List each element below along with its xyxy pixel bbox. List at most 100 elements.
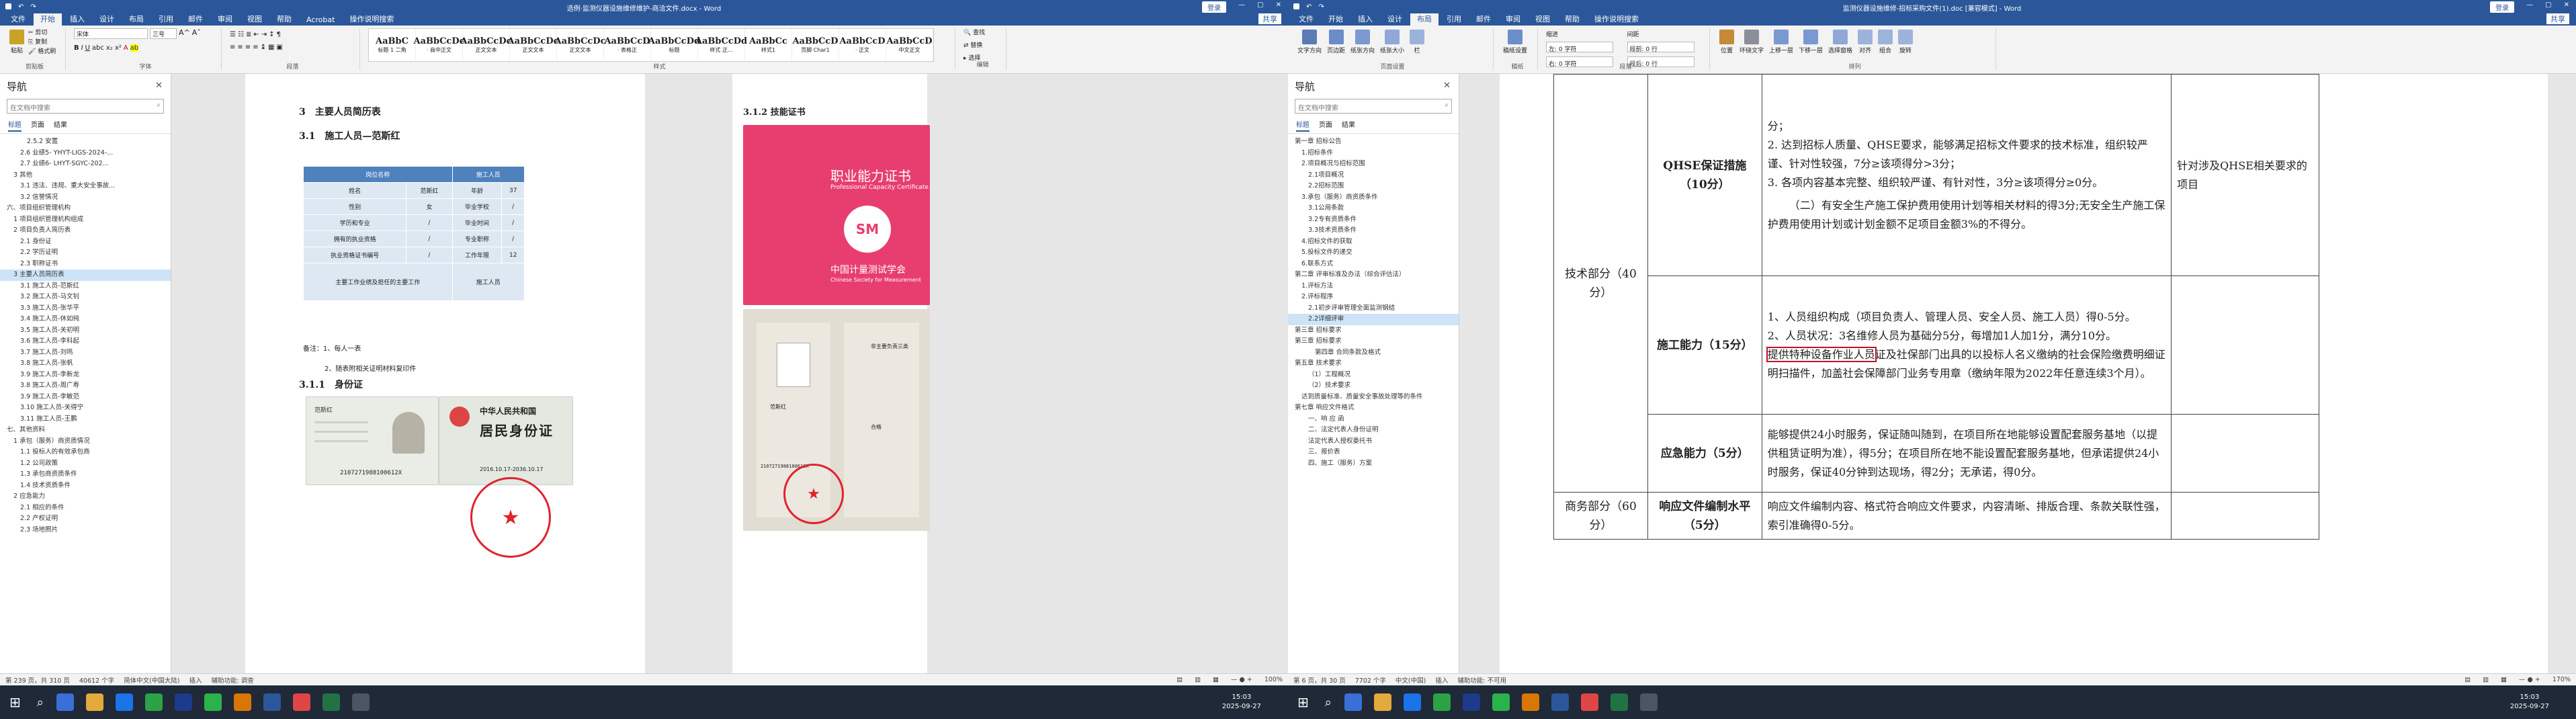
style-item[interactable]: AaBbC 标题 1 二角 <box>369 29 416 61</box>
arrange-button[interactable]: 旋转 <box>1897 28 1914 56</box>
excel-icon[interactable] <box>1610 693 1628 711</box>
nav-tab-results[interactable]: 结果 <box>54 119 67 132</box>
tab-insert[interactable]: 插入 <box>1351 12 1379 26</box>
nav-close-icon[interactable]: ✕ <box>1443 81 1451 91</box>
close-icon[interactable]: ✕ <box>2564 1 2569 13</box>
page-count[interactable]: 第 6 页，共 30 页 <box>1293 675 1346 685</box>
nav-item[interactable]: 2.1 身份证 <box>0 237 171 248</box>
layout-button[interactable]: 文字方向 <box>1296 28 1323 56</box>
app-icon[interactable] <box>204 693 222 711</box>
tell-me-search[interactable]: 操作说明搜索 <box>1588 12 1645 26</box>
web-layout-icon[interactable]: ▦ <box>1213 676 1219 683</box>
task-view-icon[interactable] <box>1344 693 1362 711</box>
minimize-icon[interactable]: — <box>2526 1 2533 13</box>
word-icon[interactable] <box>263 693 281 711</box>
tab-file[interactable]: 文件 <box>4 12 32 26</box>
nav-item[interactable]: 2.项目概况与招标范围 <box>1288 159 1459 170</box>
font-size-select[interactable]: 三号 <box>150 28 177 39</box>
style-item[interactable]: AaBbCcDc · 商中正文 <box>413 29 465 61</box>
close-icon[interactable]: ✕ <box>1276 1 1281 13</box>
app-icon[interactable] <box>1521 693 1539 711</box>
tab-review[interactable]: 审阅 <box>211 12 239 26</box>
nav-item[interactable]: 6.联系方式 <box>1288 259 1459 270</box>
nav-item[interactable]: 2.1初步评审管理全面监测钢结 <box>1288 303 1459 314</box>
style-item[interactable]: AaBbCcDc 正文文本 <box>554 29 606 61</box>
nav-item[interactable]: 2.3 场地照片 <box>0 525 171 536</box>
nav-item[interactable]: 3.6 施工人员-李科起 <box>0 336 171 347</box>
nav-item[interactable]: 三、报价表 <box>1288 447 1459 458</box>
zoom-level[interactable]: 100% <box>1264 676 1283 683</box>
font-color-button[interactable]: A <box>124 44 128 52</box>
nav-item[interactable]: 3.11 施工人员-王鹏 <box>0 414 171 425</box>
sort-icon[interactable]: ↕ <box>269 31 274 38</box>
nav-item[interactable]: 达到质量标准、质量安全事故处理等的条件 <box>1288 392 1459 403</box>
bold-button[interactable]: B <box>74 44 79 52</box>
nav-item[interactable]: 2.2详细评审 <box>1288 314 1459 325</box>
share-button[interactable]: 共享 <box>2546 13 2569 24</box>
tab-layout[interactable]: 布局 <box>122 12 151 26</box>
word-count[interactable]: 7702 个字 <box>1355 675 1386 685</box>
login-button[interactable]: 登录 <box>2490 1 2515 13</box>
wechat-icon[interactable] <box>144 693 163 711</box>
font-name-select[interactable]: 宋体 <box>74 28 148 39</box>
layout-button[interactable]: 页边距 <box>1326 28 1346 56</box>
copy-button[interactable]: ⎘ 复制 <box>28 38 56 47</box>
shrink-font-icon[interactable]: Aˇ <box>192 28 201 39</box>
nav-item[interactable]: 第五章 技术要求 <box>1288 358 1459 370</box>
photoshop-icon[interactable] <box>174 693 192 711</box>
print-layout-icon[interactable]: ▥ <box>2483 676 2489 683</box>
tab-references[interactable]: 引用 <box>1440 12 1468 26</box>
tab-mailings[interactable]: 邮件 <box>1469 12 1498 26</box>
nav-item[interactable]: 2.7 业绩6- LHYT-SGYC-202... <box>0 159 171 170</box>
tab-home[interactable]: 开始 <box>34 12 62 26</box>
nav-item[interactable]: 2 项目负责人简历表 <box>0 225 171 237</box>
decrease-indent-icon[interactable]: ⇤ <box>253 31 259 38</box>
nav-item[interactable]: 七、其他资料 <box>0 425 171 436</box>
highlight-button[interactable]: ab <box>130 44 139 52</box>
borders-icon[interactable]: ▣ <box>276 44 282 51</box>
nav-item[interactable]: 2 应急能力 <box>0 491 171 503</box>
nav-item[interactable]: 3 其他 <box>0 170 171 181</box>
pdf-icon[interactable] <box>292 693 310 711</box>
nav-item[interactable]: 3.9 施工人员-李敏范 <box>0 392 171 403</box>
tab-help[interactable]: 帮助 <box>1558 12 1586 26</box>
word-icon[interactable] <box>1551 693 1569 711</box>
nav-item[interactable]: 第三章 招标要求 <box>1288 336 1459 347</box>
nav-item[interactable]: （2）技术要求 <box>1288 380 1459 392</box>
nav-item[interactable]: 1.招标条件 <box>1288 148 1459 159</box>
style-item[interactable]: AaBbCcDc 正文文本 <box>460 29 512 61</box>
layout-button[interactable]: 纸张方向 <box>1349 28 1376 56</box>
arrange-button[interactable]: 上移一层 <box>1768 28 1795 56</box>
nav-search-input[interactable]: 在文档中搜索 ⌕ <box>1295 99 1452 114</box>
tab-design[interactable]: 设计 <box>1381 12 1409 26</box>
nav-item[interactable]: 3.3 施工人员-张华平 <box>0 303 171 314</box>
nav-item[interactable]: （1）工程概况 <box>1288 370 1459 381</box>
nav-item[interactable]: 法定代表人授权委托书 <box>1288 436 1459 448</box>
nav-item[interactable]: 2.6 业绩5- YHYT-LIGS-2024-... <box>0 148 171 159</box>
arrange-button[interactable]: 选择窗格 <box>1827 28 1854 56</box>
nav-item[interactable]: 3.5 施工人员-关初明 <box>0 325 171 337</box>
nav-item[interactable]: 1.4 技术资质条件 <box>0 480 171 492</box>
page-count[interactable]: 第 239 页，共 310 页 <box>5 675 70 685</box>
layout-button[interactable]: 纸张大小 <box>1379 28 1406 56</box>
nav-item[interactable]: 5.投标文件的递交 <box>1288 247 1459 259</box>
tab-insert[interactable]: 插入 <box>63 12 91 26</box>
tab-references[interactable]: 引用 <box>152 12 180 26</box>
replace-button[interactable]: ⇄ 替换 <box>963 41 982 51</box>
maximize-icon[interactable]: ▢ <box>1257 1 1263 13</box>
strikethrough-button[interactable]: abc <box>92 44 104 52</box>
nav-item[interactable]: 2.2招标范围 <box>1288 181 1459 192</box>
tell-me-search[interactable]: 操作说明搜索 <box>343 12 400 26</box>
styles-gallery[interactable]: AaBbC 标题 1 二角 AaBbCcDc · 商中正文 AaBbCcDc 正文文本 Aa… <box>368 28 934 62</box>
indent-left-input[interactable]: 左: 0 字符 <box>1546 42 1613 53</box>
tab-home[interactable]: 开始 <box>1322 12 1350 26</box>
nav-item[interactable]: 3.8 施工人员-张帆 <box>0 358 171 370</box>
increase-indent-icon[interactable]: ⇥ <box>261 31 267 38</box>
tab-view[interactable]: 视图 <box>1529 12 1557 26</box>
paste-button[interactable]: 粘贴 <box>8 28 26 56</box>
word-count[interactable]: 40612 个字 <box>79 675 114 685</box>
nav-tab-pages[interactable]: 页面 <box>31 119 44 132</box>
nav-item[interactable]: 3.2 施工人员-马文钊 <box>0 292 171 303</box>
nav-item[interactable]: 3.2 信誉情况 <box>0 192 171 204</box>
nav-item[interactable]: 2.3 职称证书 <box>0 259 171 270</box>
